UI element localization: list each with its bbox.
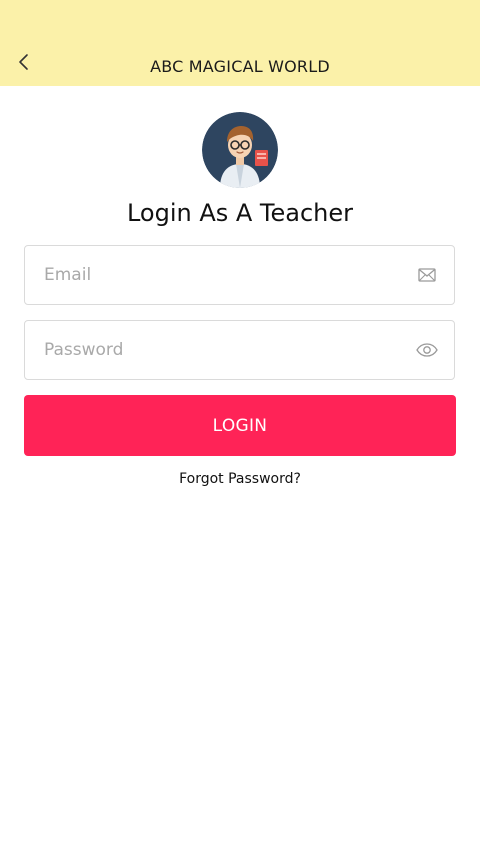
eye-icon[interactable] xyxy=(416,340,438,360)
app-title: ABC MAGICAL WORLD xyxy=(150,57,330,76)
forgot-password-link[interactable]: Forgot Password? xyxy=(0,470,480,488)
teacher-avatar-icon xyxy=(202,112,278,188)
page-title: Login As A Teacher xyxy=(126,199,354,227)
login-button[interactable]: LOGIN xyxy=(24,395,456,456)
password-field-container xyxy=(24,320,455,380)
email-field-container xyxy=(24,245,455,305)
app-bar: ABC MAGICAL WORLD xyxy=(0,0,480,86)
password-field[interactable] xyxy=(44,321,404,379)
email-field[interactable] xyxy=(44,246,404,304)
envelope-icon xyxy=(416,265,438,285)
teacher-avatar xyxy=(202,112,278,188)
